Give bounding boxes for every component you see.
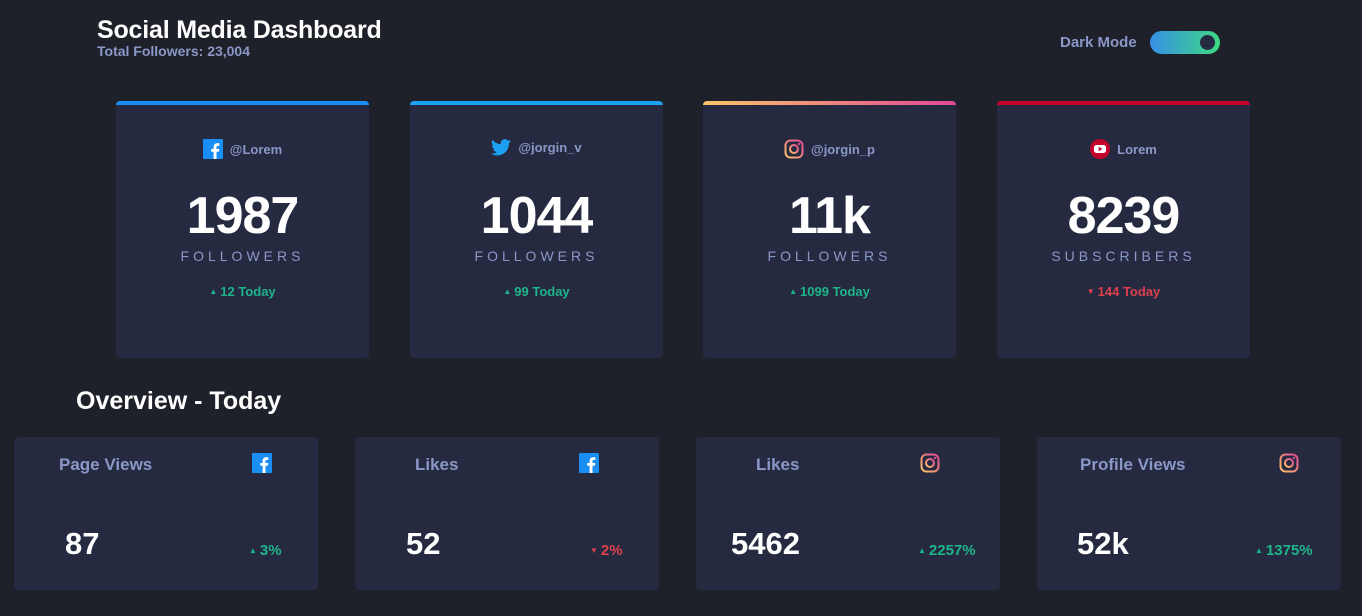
today-text: 12 Today: [220, 284, 276, 299]
facebook-icon: [252, 453, 272, 478]
card-handle: @Lorem: [116, 139, 369, 159]
overview-change: ▼ 2%: [590, 542, 623, 559]
overview-pct: 2257%: [928, 542, 976, 559]
handle-text: @Lorem: [229, 141, 283, 157]
arrow-up-icon: ▲: [249, 546, 257, 555]
today-text: 1099 Today: [800, 284, 870, 299]
page-title: Social Media Dashboard: [97, 16, 382, 44]
card-twitter[interactable]: @jorgin_v 1044 FOLLOWERS ▲ 99 Today: [410, 101, 663, 358]
today-text: 99 Today: [514, 284, 570, 299]
facebook-icon: [202, 139, 223, 159]
toggle-knob: [1199, 35, 1215, 50]
overview-change: ▲ 2257%: [918, 542, 976, 559]
arrow-down-icon: ▼: [590, 546, 598, 555]
overview-value: 87: [65, 526, 100, 561]
follower-count: 1044: [480, 187, 594, 245]
card-handle: @jorgin_p: [703, 139, 956, 159]
subscriber-count: 8239: [1067, 187, 1181, 245]
card-facebook[interactable]: @Lorem 1987 FOLLOWERS ▲ 12 Today: [116, 101, 369, 358]
overview-card-profile-views[interactable]: Profile Views 52k ▲ 1375%: [1037, 437, 1341, 590]
card-youtube[interactable]: Lorem 8239 SUBSCRIBERS ▼ 144 Today: [997, 101, 1250, 358]
youtube-icon: [1090, 139, 1111, 159]
arrow-up-icon: ▲: [209, 287, 218, 296]
instagram-icon: [1279, 453, 1299, 478]
overview-title: Overview - Today: [76, 387, 282, 415]
card-accent-bar: [703, 101, 956, 105]
subscriber-unit: SUBSCRIBERS: [1051, 248, 1196, 264]
total-followers: Total Followers: 23,004: [97, 43, 251, 59]
arrow-up-icon: ▲: [789, 287, 798, 296]
arrow-up-icon: ▲: [503, 287, 512, 296]
overview-change: ▲ 3%: [249, 542, 282, 559]
overview-change: ▲ 1375%: [1255, 542, 1313, 559]
card-instagram[interactable]: @jorgin_p 11k FOLLOWERS ▲ 1099 Today: [703, 101, 956, 358]
handle-text: @jorgin_v: [518, 140, 582, 155]
arrow-up-icon: ▲: [1255, 546, 1263, 555]
overview-pct: 2%: [600, 542, 623, 559]
dashboard-header: Social Media Dashboard Total Followers: …: [97, 16, 382, 59]
follower-unit: FOLLOWERS: [474, 248, 599, 264]
handle-text: Lorem: [1117, 141, 1157, 157]
overview-pct: 1375%: [1265, 542, 1313, 559]
today-change: ▼ 144 Today: [997, 284, 1250, 299]
instagram-icon: [920, 453, 940, 478]
card-accent-bar: [997, 101, 1250, 105]
overview-pct: 3%: [259, 542, 282, 559]
today-text: 144 Today: [1097, 284, 1161, 299]
arrow-up-icon: ▲: [918, 546, 926, 555]
overview-value: 5462: [731, 526, 800, 561]
dark-mode-label: Dark Mode: [1060, 34, 1137, 51]
card-accent-bar: [410, 101, 663, 105]
card-handle: Lorem: [997, 139, 1250, 159]
today-change: ▲ 12 Today: [116, 284, 369, 299]
dark-mode-toggle[interactable]: [1149, 31, 1220, 54]
overview-card-facebook-likes[interactable]: Likes 52 ▼ 2%: [355, 437, 659, 590]
follower-count: 11k: [789, 187, 871, 245]
overview-label: Likes: [756, 455, 800, 474]
twitter-icon: [491, 139, 512, 156]
today-change: ▲ 1099 Today: [703, 284, 956, 299]
dark-mode-control: Dark Mode: [1060, 31, 1220, 54]
overview-card-instagram-likes[interactable]: Likes 5462 ▲ 2257%: [696, 437, 1000, 590]
facebook-icon: [579, 453, 599, 478]
today-change: ▲ 99 Today: [410, 284, 663, 299]
card-handle: @jorgin_v: [410, 139, 663, 156]
instagram-icon: [784, 139, 804, 159]
follower-unit: FOLLOWERS: [180, 248, 305, 264]
overview-value: 52k: [1077, 526, 1129, 561]
overview-label: Likes: [415, 455, 459, 474]
overview-card-page-views[interactable]: Page Views 87 ▲ 3%: [14, 437, 318, 590]
overview-value: 52: [406, 526, 441, 561]
handle-text: @jorgin_p: [811, 141, 875, 157]
overview-label: Profile Views: [1080, 455, 1186, 474]
follower-unit: FOLLOWERS: [767, 248, 892, 264]
overview-label: Page Views: [59, 455, 153, 474]
card-accent-bar: [116, 101, 369, 105]
arrow-down-icon: ▼: [1086, 287, 1095, 296]
follower-count: 1987: [186, 187, 300, 245]
